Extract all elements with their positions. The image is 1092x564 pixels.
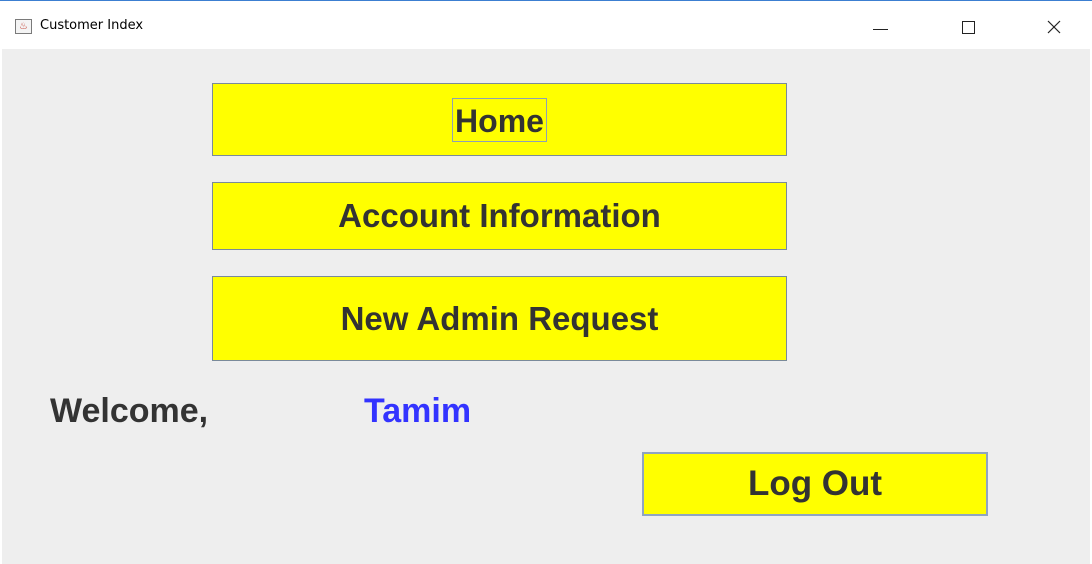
close-icon <box>1047 20 1061 34</box>
log-out-label: Log Out <box>747 464 883 503</box>
java-icon: ♨ <box>15 19 32 34</box>
close-button[interactable] <box>1032 11 1078 41</box>
minimize-button[interactable] <box>857 11 903 41</box>
account-information-label: Account Information <box>338 197 661 234</box>
username-label: Tamim <box>364 392 472 430</box>
home-button-label: Home <box>452 97 547 142</box>
minimize-icon <box>873 29 888 30</box>
home-button[interactable]: Home <box>212 83 787 156</box>
new-admin-request-button[interactable]: New Admin Request <box>212 276 787 361</box>
new-admin-request-label: New Admin Request <box>340 299 659 337</box>
account-information-button[interactable]: Account Information <box>212 182 787 250</box>
window-title: Customer Index <box>40 18 144 33</box>
maximize-icon <box>962 21 975 34</box>
maximize-button[interactable] <box>946 11 992 41</box>
main-panel: Home Account Information New Admin Reque… <box>2 49 1090 564</box>
log-out-button[interactable]: Log Out <box>642 452 988 516</box>
app-window: ♨ Customer Index Home Account Informatio… <box>0 0 1092 564</box>
title-bar[interactable]: ♨ Customer Index <box>0 1 1092 47</box>
welcome-label: Welcome, <box>50 392 209 430</box>
